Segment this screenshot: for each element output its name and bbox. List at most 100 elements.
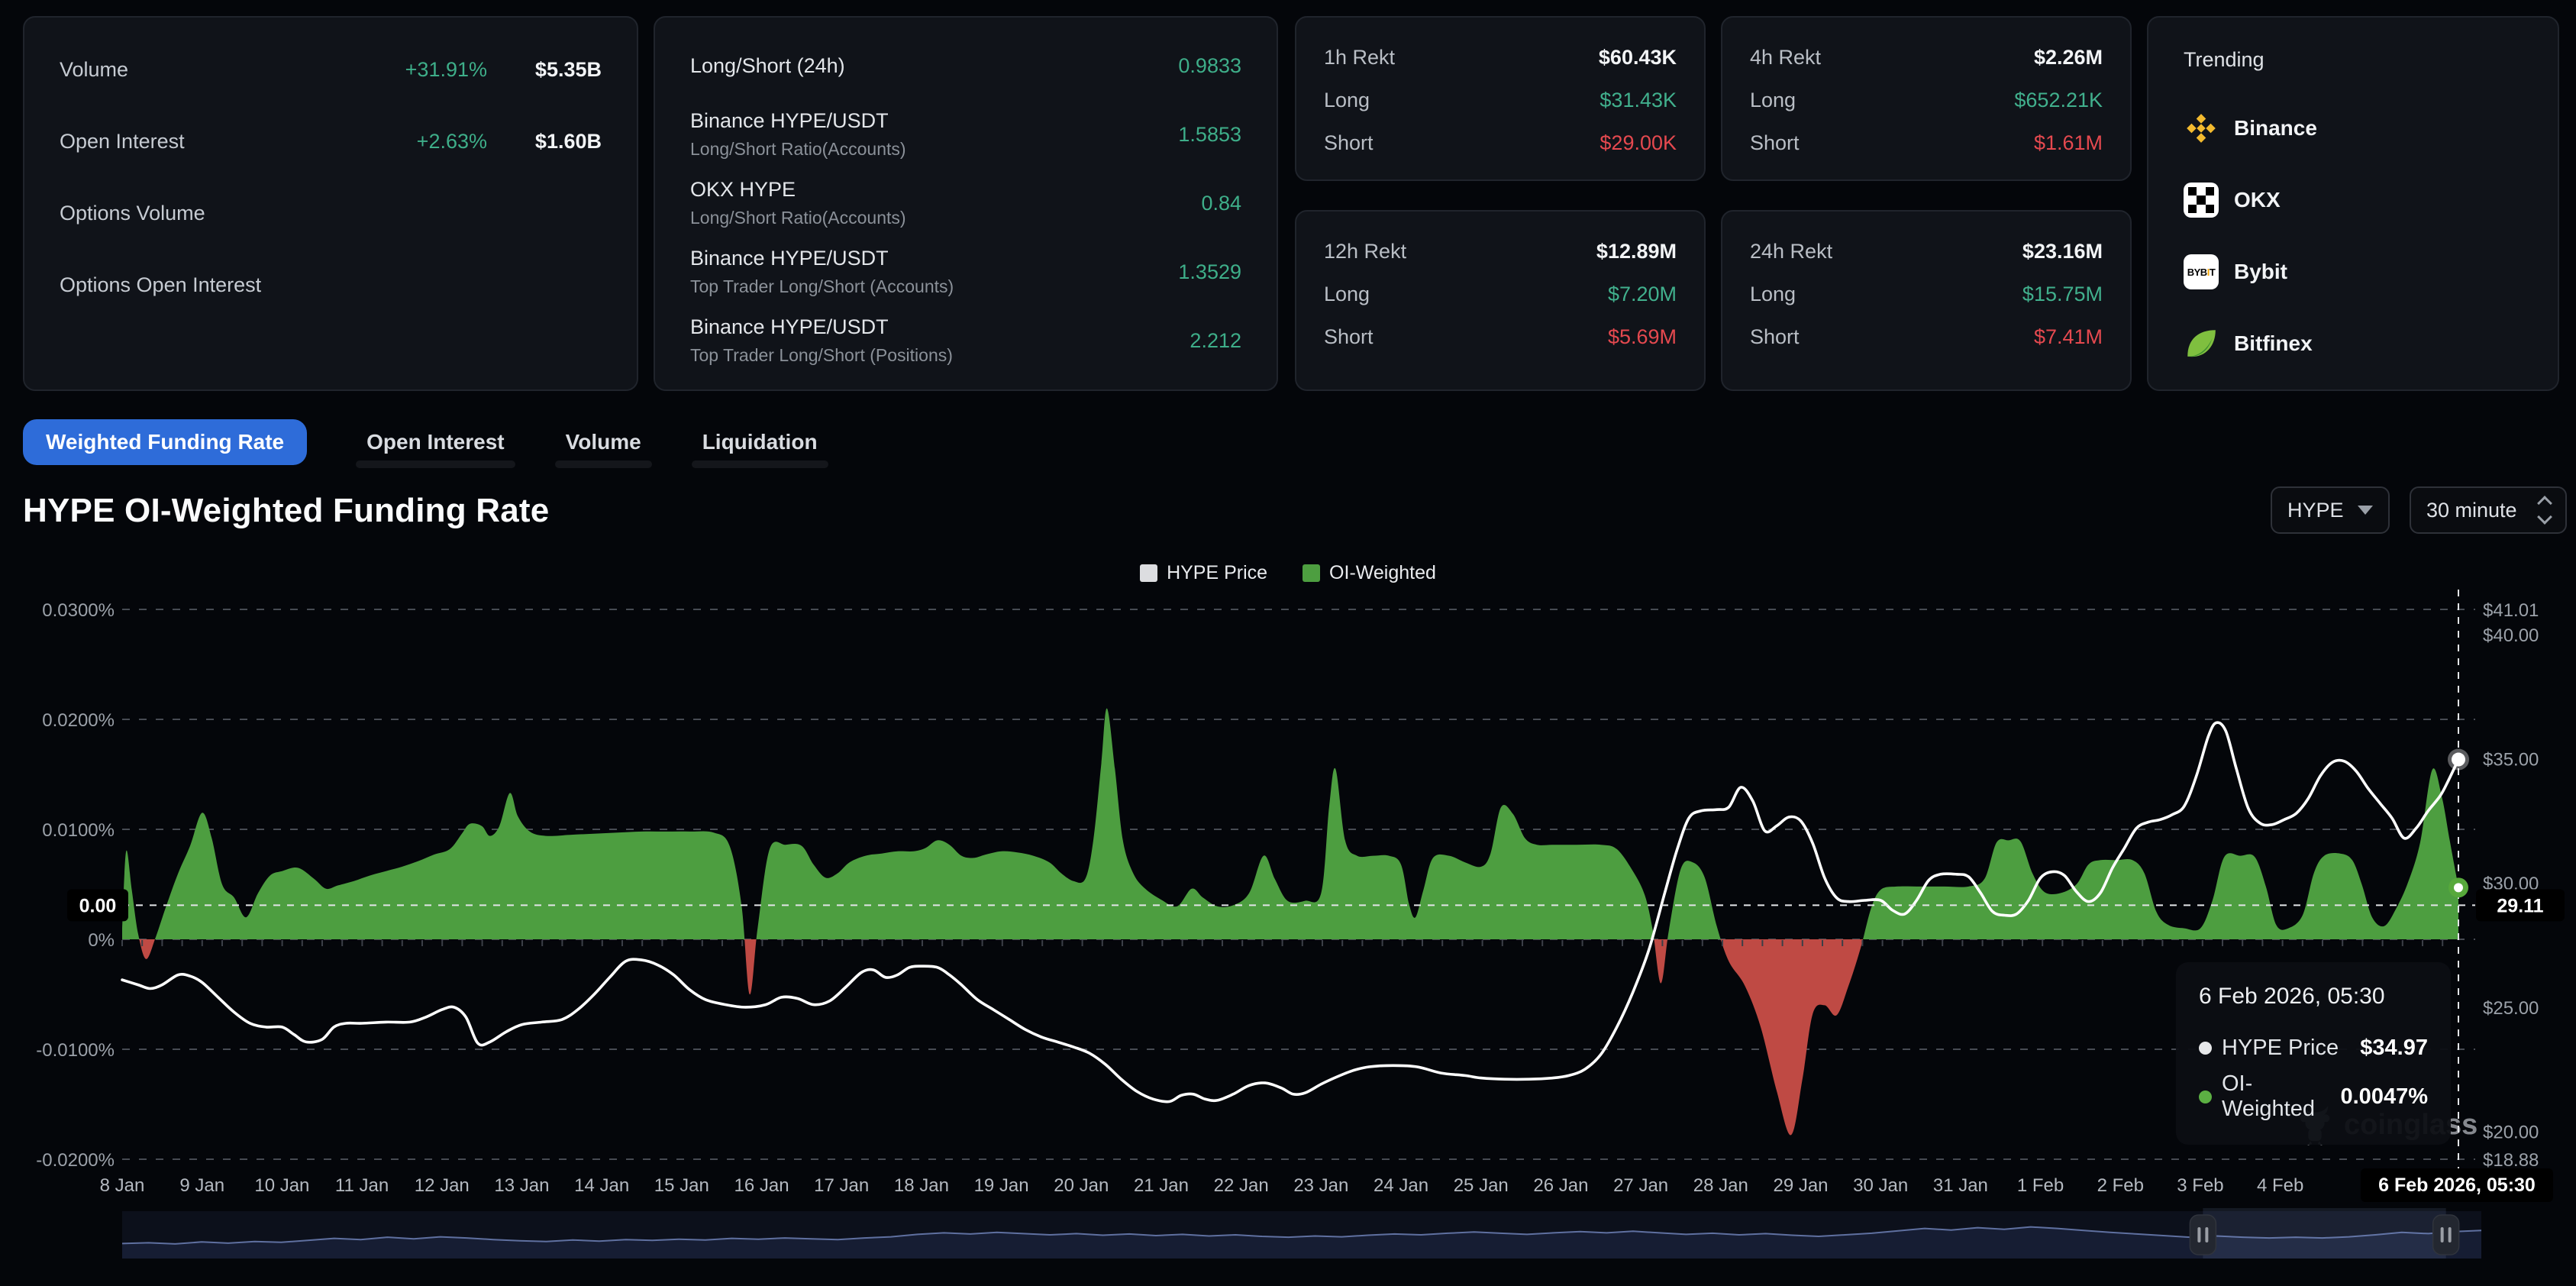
svg-text:17 Jan: 17 Jan bbox=[814, 1175, 869, 1196]
rekt-card-24h: 24h Rekt$23.16M Long$15.75M Short$7.41M bbox=[1721, 210, 2132, 391]
stat-row-open-interest: Open Interest +2.63% $1.60B bbox=[60, 120, 602, 163]
rekt-long-value: $15.75M bbox=[2022, 283, 2103, 306]
trending-item-bitfinex[interactable]: Bitfinex bbox=[2184, 321, 2523, 367]
rekt-long-label: Long bbox=[1750, 89, 2014, 112]
tab-liquidation[interactable]: Liquidation bbox=[701, 425, 819, 459]
rekt-period: 12h Rekt bbox=[1324, 240, 1596, 263]
svg-text:20 Jan: 20 Jan bbox=[1054, 1175, 1109, 1196]
trending-item-okx[interactable]: OKX bbox=[2184, 177, 2523, 223]
interval-select[interactable]: 30 minute bbox=[2410, 486, 2567, 534]
ls-row: OKX HYPE Long/Short Ratio(Accounts) 0.84 bbox=[690, 178, 1241, 228]
rekt-short-label: Short bbox=[1750, 325, 2034, 349]
svg-text:23 Jan: 23 Jan bbox=[1293, 1175, 1348, 1196]
long-short-card: Long/Short (24h) 0.9833 Binance HYPE/USD… bbox=[654, 16, 1278, 391]
tooltip-row-oi: OI-Weighted 0.0047% bbox=[2199, 1071, 2428, 1122]
trending-item-binance[interactable]: Binance bbox=[2184, 105, 2523, 151]
rekt-period: 24h Rekt bbox=[1750, 240, 2022, 263]
tab-open-interest[interactable]: Open Interest bbox=[365, 425, 505, 459]
bybit-icon: BYBIT bbox=[2184, 254, 2219, 289]
rekt-short-label: Short bbox=[1750, 131, 2034, 155]
rekt-short-label: Short bbox=[1324, 131, 1600, 155]
tab-weighted-funding-rate[interactable]: Weighted Funding Rate bbox=[23, 419, 307, 465]
ls-subtitle: Top Trader Long/Short (Positions) bbox=[690, 345, 1190, 366]
rekt-long-value: $7.20M bbox=[1608, 283, 1677, 306]
binance-icon bbox=[2184, 111, 2219, 146]
svg-text:28 Jan: 28 Jan bbox=[1693, 1175, 1748, 1196]
svg-text:3 Feb: 3 Feb bbox=[2177, 1175, 2223, 1196]
ls-row: Binance HYPE/USDT Top Trader Long/Short … bbox=[690, 247, 1241, 297]
navigator-handle-left[interactable] bbox=[2190, 1215, 2216, 1255]
rekt-total: $2.26M bbox=[2034, 46, 2103, 69]
stat-change: +2.63% bbox=[327, 130, 487, 153]
ls-value: 0.84 bbox=[1201, 192, 1241, 215]
svg-text:0.00: 0.00 bbox=[79, 895, 117, 916]
page-title: HYPE OI-Weighted Funding Rate bbox=[23, 492, 549, 530]
stat-label: Options Volume bbox=[60, 202, 327, 225]
navigator-handle-right[interactable] bbox=[2433, 1215, 2459, 1255]
symbol-select[interactable]: HYPE bbox=[2271, 486, 2390, 534]
svg-text:0.0300%: 0.0300% bbox=[42, 600, 115, 621]
okx-icon bbox=[2184, 183, 2219, 218]
ls-value: 1.3529 bbox=[1178, 260, 1241, 284]
chart-tabs: Weighted Funding Rate Open Interest Volu… bbox=[23, 419, 819, 465]
rekt-short-value: $7.41M bbox=[2034, 325, 2103, 349]
svg-text:30 Jan: 30 Jan bbox=[1853, 1175, 1908, 1196]
svg-text:$30.00: $30.00 bbox=[2483, 874, 2539, 894]
tooltip-series-name: HYPE Price bbox=[2222, 1036, 2350, 1061]
svg-text:9 Jan: 9 Jan bbox=[179, 1175, 224, 1196]
stat-label: Open Interest bbox=[60, 130, 327, 153]
svg-text:$35.00: $35.00 bbox=[2483, 750, 2539, 771]
trending-name: Binance bbox=[2234, 116, 2317, 141]
legend-item-oi-weighted[interactable]: OI-Weighted bbox=[1303, 562, 1436, 584]
trending-name: OKX bbox=[2234, 188, 2281, 212]
stat-value: $5.35B bbox=[487, 58, 602, 82]
ls-row: Long/Short (24h) 0.9833 bbox=[690, 40, 1241, 91]
chart-tooltip: 6 Feb 2026, 05:30 HYPE Price $34.97 OI-W… bbox=[2176, 962, 2451, 1145]
trending-item-bybit[interactable]: BYBIT Bybit bbox=[2184, 249, 2523, 295]
svg-text:21 Jan: 21 Jan bbox=[1134, 1175, 1189, 1196]
svg-text:22 Jan: 22 Jan bbox=[1214, 1175, 1269, 1196]
rekt-long-label: Long bbox=[1750, 283, 2022, 306]
ls-value: 2.212 bbox=[1190, 329, 1241, 353]
rekt-long-label: Long bbox=[1324, 89, 1600, 112]
svg-text:0.0200%: 0.0200% bbox=[42, 710, 115, 731]
ls-title: Binance HYPE/USDT bbox=[690, 247, 1178, 270]
rekt-short-label: Short bbox=[1324, 325, 1608, 349]
svg-text:8 Jan: 8 Jan bbox=[100, 1175, 145, 1196]
rekt-period: 4h Rekt bbox=[1750, 46, 2034, 69]
tooltip-date: 6 Feb 2026, 05:30 bbox=[2199, 984, 2428, 1010]
legend-swatch-oi bbox=[1303, 564, 1320, 582]
svg-text:-0.0100%: -0.0100% bbox=[36, 1040, 115, 1061]
ls-row: Binance HYPE/USDT Long/Short Ratio(Accou… bbox=[690, 109, 1241, 160]
trending-title: Trending bbox=[2184, 48, 2523, 72]
ls-title: Binance HYPE/USDT bbox=[690, 315, 1190, 339]
ls-subtitle: Long/Short Ratio(Accounts) bbox=[690, 208, 1201, 228]
navigator-selection[interactable] bbox=[2203, 1208, 2445, 1259]
svg-text:10 Jan: 10 Jan bbox=[254, 1175, 309, 1196]
rekt-card-12h: 12h Rekt$12.89M Long$7.20M Short$5.69M bbox=[1295, 210, 1706, 391]
ls-row: Binance HYPE/USDT Top Trader Long/Short … bbox=[690, 315, 1241, 366]
rekt-short-value: $29.00K bbox=[1600, 131, 1677, 155]
rekt-card-1h: 1h Rekt$60.43K Long$31.43K Short$29.00K bbox=[1295, 16, 1706, 181]
tooltip-series-name: OI-Weighted bbox=[2222, 1071, 2331, 1122]
svg-text:-0.0200%: -0.0200% bbox=[36, 1150, 115, 1171]
stat-label: Options Open Interest bbox=[60, 273, 327, 297]
svg-text:31 Jan: 31 Jan bbox=[1933, 1175, 1988, 1196]
ls-title: Binance HYPE/USDT bbox=[690, 109, 1178, 133]
stat-row-options-open-interest: Options Open Interest bbox=[60, 263, 602, 306]
stat-row-volume: Volume +31.91% $5.35B bbox=[60, 48, 602, 91]
chevron-down-icon bbox=[2358, 506, 2373, 515]
tab-volume[interactable]: Volume bbox=[564, 425, 643, 459]
rekt-total: $60.43K bbox=[1599, 46, 1677, 69]
tooltip-row-price: HYPE Price $34.97 bbox=[2199, 1036, 2428, 1061]
svg-text:16 Jan: 16 Jan bbox=[734, 1175, 789, 1196]
tooltip-series-value: 0.0047% bbox=[2341, 1084, 2429, 1110]
ls-subtitle: Top Trader Long/Short (Accounts) bbox=[690, 276, 1178, 297]
rekt-long-value: $652.21K bbox=[2014, 89, 2103, 112]
svg-text:15 Jan: 15 Jan bbox=[654, 1175, 709, 1196]
stat-change: +31.91% bbox=[327, 58, 487, 82]
legend-item-hype-price[interactable]: HYPE Price bbox=[1140, 562, 1267, 584]
rekt-card-4h: 4h Rekt$2.26M Long$652.21K Short$1.61M bbox=[1721, 16, 2132, 181]
svg-text:6 Feb 2026, 05:30: 6 Feb 2026, 05:30 bbox=[2378, 1175, 2536, 1196]
svg-text:4 Feb: 4 Feb bbox=[2257, 1175, 2303, 1196]
